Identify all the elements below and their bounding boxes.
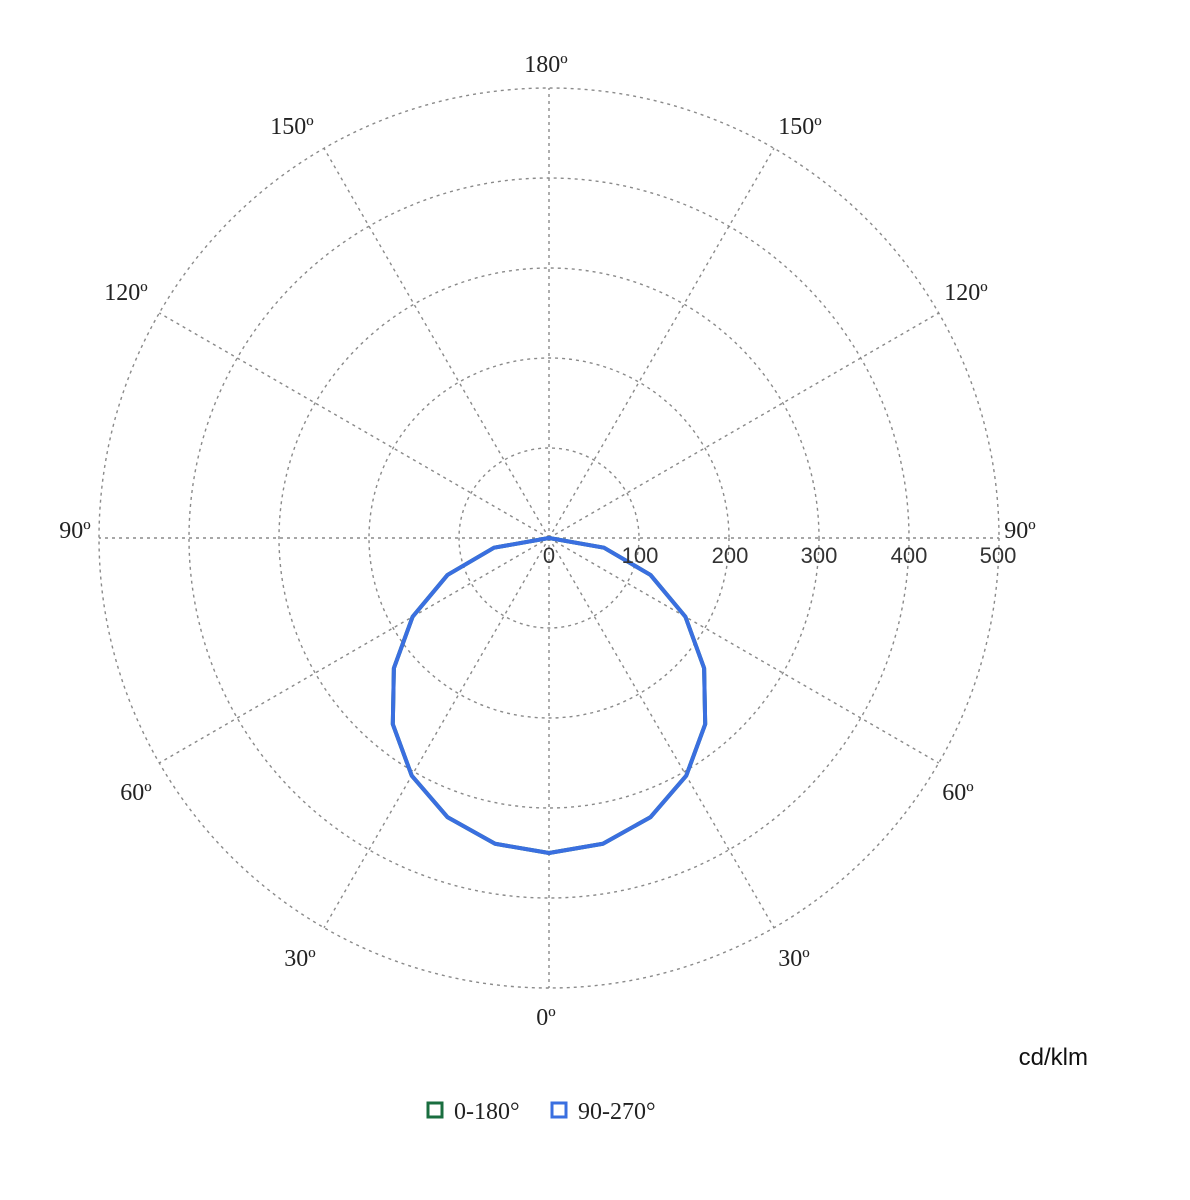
angle-label-bottom: 0º (536, 1005, 556, 1031)
legend-label-0-180: 0-180° (454, 1099, 520, 1125)
grid-spoke-30 (548, 537, 775, 929)
legend-label-90-270: 90-270° (578, 1099, 656, 1125)
radial-tick-200: 200 (712, 543, 749, 568)
angle-label-top: 180º (524, 52, 568, 78)
legend: 0-180° 90-270° (426, 1099, 656, 1125)
grid-spoke-150 (548, 147, 775, 539)
angle-label-right: 90º (1004, 518, 1036, 544)
angle-label-left-120: 120º (104, 280, 148, 306)
grid-spoke-300 (158, 537, 550, 764)
angle-label-left-150: 150º (270, 114, 314, 140)
angle-label-left-30: 30º (284, 946, 316, 972)
radial-tick-400: 400 (891, 543, 928, 568)
grid-spoke-330 (323, 537, 550, 929)
grid-spoke-210 (323, 147, 550, 539)
polar-chart: 180º 0º 90º 90º 150º 120º 150º 120º 60º … (59, 52, 1088, 1125)
angle-label-left-60: 60º (120, 780, 152, 806)
angle-label-right-30: 30º (778, 946, 810, 972)
legend-swatch-90-270 (550, 1101, 568, 1119)
legend-swatch-0-180 (426, 1101, 444, 1119)
grid-spoke-240 (158, 312, 550, 539)
radial-tick-500: 500 (980, 543, 1017, 568)
radial-tick-100: 100 (622, 543, 659, 568)
angle-label-left: 90º (59, 518, 91, 544)
angle-label-right-60: 60º (942, 780, 974, 806)
grid-spoke-120 (548, 312, 940, 539)
grid-spoke-60 (548, 537, 940, 764)
radial-tick-0: 0 (543, 543, 555, 568)
angle-label-right-120: 120º (944, 280, 988, 306)
radial-tick-300: 300 (801, 543, 838, 568)
angle-label-right-150: 150º (778, 114, 822, 140)
unit-label: cd/klm (1019, 1044, 1088, 1071)
